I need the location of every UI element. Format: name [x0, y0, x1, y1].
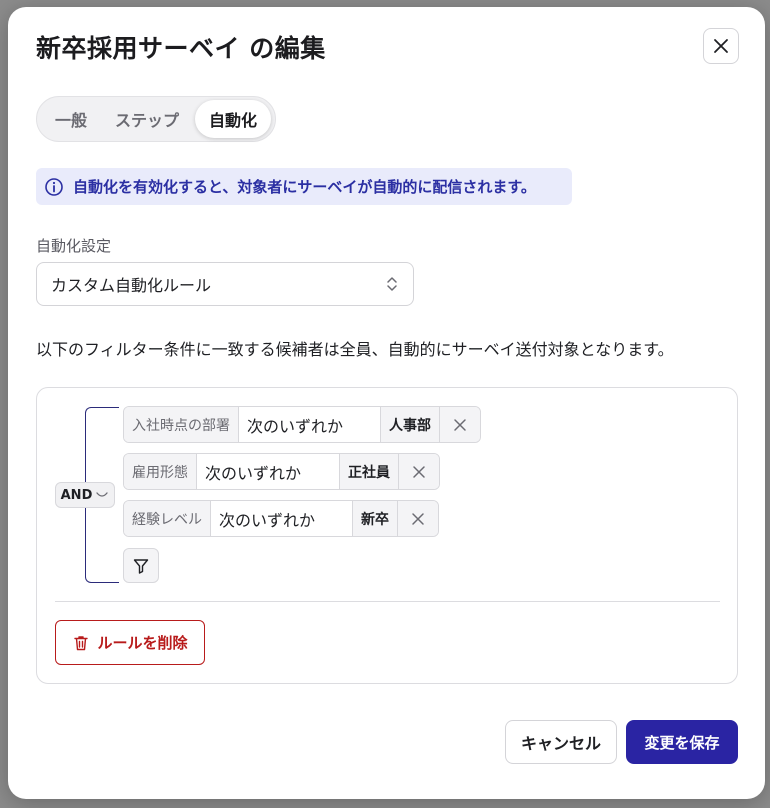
save-changes-button[interactable]: 変更を保存	[626, 720, 738, 764]
automation-setting-value: カスタム自動化ルール	[51, 276, 212, 295]
filter-operator[interactable]: 次のいずれか	[197, 454, 340, 489]
info-icon	[45, 177, 63, 196]
filter-row-department: 入社時点の部署 次のいずれか 人事部	[123, 406, 481, 443]
filter-icon	[133, 558, 149, 574]
tab-bar: 一般 ステップ 自動化	[36, 96, 276, 142]
filter-value[interactable]: 新卒	[353, 501, 398, 536]
logic-operator-label: AND	[60, 487, 93, 503]
filter-field[interactable]: 経験レベル	[124, 501, 211, 536]
add-filter-button[interactable]	[123, 548, 159, 583]
filter-field[interactable]: 入社時点の部署	[124, 407, 239, 442]
chevron-down-icon	[96, 492, 109, 497]
automation-setting-label: 自動化設定	[36, 237, 112, 255]
cancel-button[interactable]: キャンセル	[505, 720, 617, 764]
info-banner: 自動化を有効化すると、対象者にサーベイが自動的に配信されます。	[36, 168, 572, 205]
trash-icon	[74, 635, 89, 650]
filter-row-experience-level: 経験レベル 次のいずれか 新卒	[123, 500, 439, 537]
rule-card: AND 入社時点の部署 次のいずれか 人事部 雇用形態 次のいずれか 正社員 経…	[36, 387, 738, 684]
rule-divider	[55, 601, 720, 602]
delete-rule-button[interactable]: ルールを削除	[55, 620, 205, 665]
filter-row-employment-type: 雇用形態 次のいずれか 正社員	[123, 453, 440, 490]
delete-rule-label: ルールを削除	[97, 634, 188, 652]
close-icon	[454, 418, 466, 431]
filter-value[interactable]: 正社員	[340, 454, 399, 489]
filter-operator[interactable]: 次のいずれか	[239, 407, 381, 442]
filter-value[interactable]: 人事部	[381, 407, 440, 442]
close-icon	[714, 39, 728, 53]
close-button[interactable]	[703, 28, 739, 64]
tab-steps[interactable]: ステップ	[101, 100, 193, 138]
remove-filter-button[interactable]	[399, 454, 439, 489]
rule-description: 以下のフィルター条件に一致する候補者は全員、自動的にサーベイ送付対象となります。	[36, 340, 674, 359]
logic-operator-toggle[interactable]: AND	[55, 482, 115, 508]
filter-operator[interactable]: 次のいずれか	[211, 501, 353, 536]
remove-filter-button[interactable]	[398, 501, 438, 536]
filter-field[interactable]: 雇用形態	[124, 454, 197, 489]
tab-automation[interactable]: 自動化	[194, 100, 271, 138]
automation-setting-select[interactable]: カスタム自動化ルール	[36, 262, 414, 306]
dialog-title: 新卒採用サーベイ の編集	[36, 34, 326, 63]
info-banner-text: 自動化を有効化すると、対象者にサーベイが自動的に配信されます。	[73, 178, 536, 196]
close-icon	[413, 465, 425, 478]
close-icon	[412, 512, 424, 525]
remove-filter-button[interactable]	[440, 407, 480, 442]
tab-general[interactable]: 一般	[41, 100, 101, 138]
chevron-up-down-icon	[387, 277, 397, 291]
edit-survey-dialog: 新卒採用サーベイ の編集 一般 ステップ 自動化 自動化を有効化すると、対象者に…	[8, 7, 765, 799]
